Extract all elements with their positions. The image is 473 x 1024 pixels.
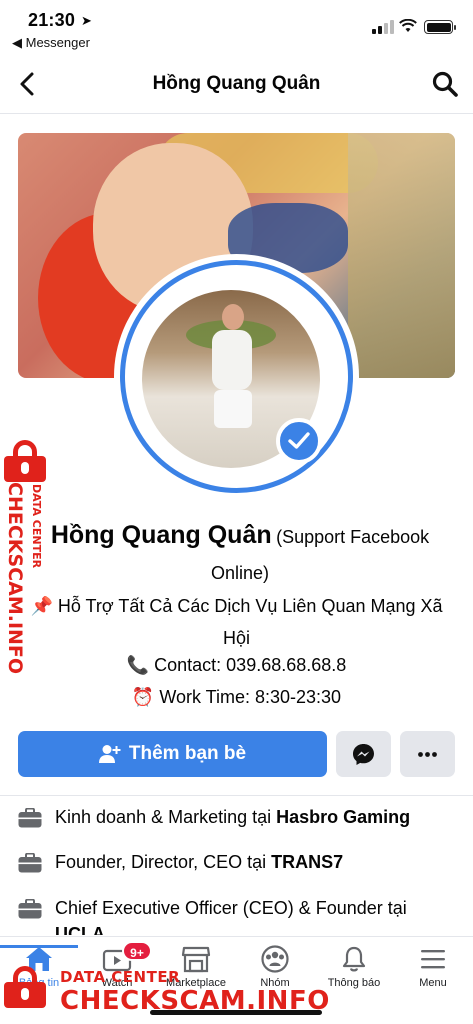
tab-label: Menu xyxy=(419,977,447,989)
bio-services: 📌 Hỗ Trợ Tất Cả Các Dịch Vụ Liên Quan Mạ… xyxy=(30,596,443,648)
active-tab-indicator xyxy=(0,945,78,948)
briefcase-icon xyxy=(18,899,42,919)
page-title: Hồng Quang Quân xyxy=(152,73,321,94)
briefcase-icon xyxy=(18,808,42,828)
battery-icon xyxy=(424,20,456,34)
profile-name: Hồng Quang Quân xyxy=(50,521,272,549)
work-entry: Kinh doanh & Marketing tại Hasbro Gaming xyxy=(18,804,458,830)
bio-work-time: ⏰ Work Time: 8:30-23:30 xyxy=(131,687,342,707)
work-title: Kinh doanh & Marketing tại xyxy=(55,807,277,827)
watermark-big-text: CHECKSCAM.INFO xyxy=(4,482,26,675)
add-friend-label: Thêm bạn bè xyxy=(128,743,247,764)
add-friend-icon xyxy=(98,745,121,763)
work-company[interactable]: UCLA xyxy=(55,924,105,935)
watermark-side: DATA CENTER CHECKSCAM.INFO xyxy=(2,440,50,674)
messenger-icon xyxy=(353,744,374,765)
work-title: Founder, Director, CEO tại xyxy=(55,852,272,872)
watermark-small-text: DATA CENTER xyxy=(30,484,43,569)
search-icon[interactable] xyxy=(431,70,459,98)
work-entry: Chief Executive Officer (CEO) & Founder … xyxy=(18,895,458,935)
lock-icon xyxy=(4,440,46,482)
work-title: Chief Executive Officer (CEO) & Founder … xyxy=(55,898,407,918)
groups-icon xyxy=(261,945,289,973)
wifi-icon xyxy=(399,19,417,32)
marketplace-icon xyxy=(181,946,211,973)
divider xyxy=(0,795,473,796)
clock: 21:30 xyxy=(28,10,76,30)
bell-icon xyxy=(342,946,366,972)
more-options-button[interactable] xyxy=(400,731,455,777)
profile-name-block: Hồng Quang Quân (Support Facebook Online… xyxy=(30,518,450,592)
add-friend-button[interactable]: Thêm bạn bè xyxy=(18,731,327,777)
tab-menu[interactable]: Menu xyxy=(394,945,472,1001)
bio-contact: 📞 Contact: 039.68.68.68.8 xyxy=(126,655,347,675)
lock-icon xyxy=(4,966,46,1008)
work-company[interactable]: TRANS7 xyxy=(271,852,343,872)
watermark-big-text: CHECKSCAM.INFO xyxy=(60,986,330,1016)
notification-badge: 9+ xyxy=(122,941,152,961)
more-dots-icon xyxy=(418,752,437,757)
menu-icon xyxy=(421,950,445,969)
briefcase-icon xyxy=(18,853,42,873)
profile-header: Hồng Quang Quân xyxy=(0,56,473,114)
status-bar: 21:30 ➤ ◀ Messenger xyxy=(0,0,473,56)
profile-picture[interactable] xyxy=(114,254,359,499)
cellular-signal-icon xyxy=(372,20,394,34)
message-button[interactable] xyxy=(336,731,391,777)
back-arrow-icon[interactable] xyxy=(14,70,42,98)
back-to-app-link[interactable]: ◀ Messenger xyxy=(12,35,90,51)
watermark-small-text: DATA CENTER xyxy=(60,968,181,986)
work-company[interactable]: Hasbro Gaming xyxy=(276,807,410,827)
verified-check-icon xyxy=(276,418,322,464)
location-arrow-icon: ➤ xyxy=(81,13,92,28)
work-entry: Founder, Director, CEO tại TRANS7 xyxy=(18,849,458,875)
